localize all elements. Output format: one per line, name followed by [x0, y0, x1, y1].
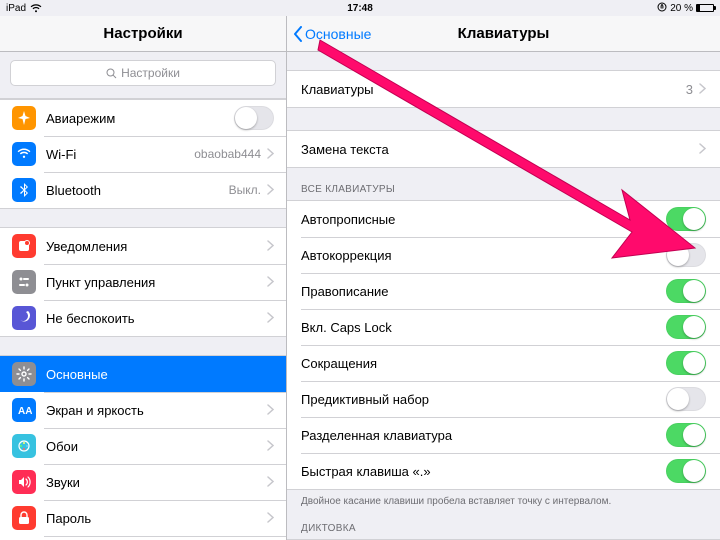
setting-row[interactable]: Замена текста	[287, 131, 720, 167]
battery-icon	[696, 4, 714, 12]
bluetooth-icon	[12, 178, 36, 202]
label: Автокоррекция	[301, 248, 666, 263]
setting-row[interactable]: Предиктивный набор	[287, 381, 720, 417]
sidebar-item-passcode[interactable]: Пароль	[0, 500, 286, 536]
toggle[interactable]	[666, 351, 706, 375]
sounds-icon	[12, 470, 36, 494]
chevron-right-icon	[699, 82, 706, 97]
detail-pane: Основные Клавиатуры Клавиатуры3Замена те…	[287, 16, 720, 540]
toggle[interactable]	[666, 243, 706, 267]
sidebar-item-sounds[interactable]: Звуки	[0, 464, 286, 500]
label: Пункт управления	[46, 275, 261, 290]
setting-row[interactable]: Разделенная клавиатура	[287, 417, 720, 453]
chevron-right-icon	[267, 475, 274, 490]
sidebar-item-general[interactable]: Основные	[0, 356, 286, 392]
chevron-right-icon	[267, 239, 274, 254]
detail-title: Клавиатуры	[458, 25, 550, 42]
chevron-right-icon	[267, 511, 274, 526]
wallpaper-icon	[12, 434, 36, 458]
section-footer: Двойное касание клавиши пробела вставляе…	[287, 490, 720, 507]
sidebar-item-airplane[interactable]: Авиарежим	[0, 100, 286, 136]
sidebar-navbar: Настройки	[0, 16, 286, 52]
chevron-right-icon	[267, 439, 274, 454]
section-header: ДИКТОВКА	[287, 507, 720, 539]
dnd-icon	[12, 306, 36, 330]
chevron-right-icon	[267, 275, 274, 290]
battery-percent: 20 %	[670, 3, 693, 14]
toggle[interactable]	[666, 387, 706, 411]
toggle-airplane[interactable]	[234, 106, 274, 130]
sidebar-item-control[interactable]: Пункт управления	[0, 264, 286, 300]
sidebar-item-display[interactable]: AA Экран и яркость	[0, 392, 286, 428]
back-button[interactable]: Основные	[293, 26, 371, 42]
value: obaobab444	[194, 147, 261, 161]
label: Предиктивный набор	[301, 392, 666, 407]
label: Замена текста	[301, 142, 699, 157]
toggle[interactable]	[666, 279, 706, 303]
setting-row[interactable]: Быстрая клавиша «.»	[287, 453, 720, 489]
setting-row[interactable]: Клавиатуры3	[287, 71, 720, 107]
search-icon	[106, 68, 117, 79]
airplane-icon	[12, 106, 36, 130]
label: Основные	[46, 367, 274, 382]
label: Автопрописные	[301, 212, 666, 227]
label: Разделенная клавиатура	[301, 428, 666, 443]
svg-text:AA: AA	[18, 406, 32, 417]
label: Обои	[46, 439, 261, 454]
clock: 17:48	[0, 3, 720, 14]
label: Быстрая клавиша «.»	[301, 464, 666, 479]
back-label: Основные	[305, 26, 371, 42]
label: Wi-Fi	[46, 147, 188, 162]
chevron-right-icon	[267, 311, 274, 326]
detail-navbar: Основные Клавиатуры	[287, 16, 720, 52]
label: Экран и яркость	[46, 403, 261, 418]
sidebar-title: Настройки	[103, 25, 182, 42]
orientation-lock-icon	[657, 2, 667, 15]
sidebar-item-battery[interactable]: Аккумулятор	[0, 536, 286, 540]
display-icon: AA	[12, 398, 36, 422]
chevron-right-icon	[267, 183, 274, 198]
section-header: ВСЕ КЛАВИАТУРЫ	[287, 168, 720, 200]
sidebar-item-bluetooth[interactable]: Bluetooth Выкл.	[0, 172, 286, 208]
sidebar-item-wallpaper[interactable]: Обои	[0, 428, 286, 464]
sidebar-item-wifi[interactable]: Wi-Fi obaobab444	[0, 136, 286, 172]
search-input[interactable]: Настройки	[10, 60, 276, 86]
settings-sidebar: Настройки Настройки Авиарежим Wi-Fi obaoba…	[0, 16, 287, 540]
setting-row[interactable]: Автокоррекция	[287, 237, 720, 273]
label: Звуки	[46, 475, 261, 490]
setting-row[interactable]: Правописание	[287, 273, 720, 309]
chevron-right-icon	[267, 403, 274, 418]
toggle[interactable]	[666, 423, 706, 447]
label: Уведомления	[46, 239, 261, 254]
control-icon	[12, 270, 36, 294]
chevron-left-icon	[293, 26, 303, 42]
setting-row[interactable]: Вкл. Caps Lock	[287, 309, 720, 345]
label: Bluetooth	[46, 183, 223, 198]
toggle[interactable]	[666, 207, 706, 231]
label: Вкл. Caps Lock	[301, 320, 666, 335]
value: 3	[686, 82, 693, 97]
toggle[interactable]	[666, 459, 706, 483]
chevron-right-icon	[267, 147, 274, 162]
setting-row[interactable]: Автопрописные	[287, 201, 720, 237]
search-placeholder: Настройки	[121, 66, 180, 80]
label: Авиарежим	[46, 111, 234, 126]
label: Клавиатуры	[301, 82, 686, 97]
label: Сокращения	[301, 356, 666, 371]
sidebar-item-notify[interactable]: Уведомления	[0, 228, 286, 264]
notify-icon	[12, 234, 36, 258]
sidebar-item-dnd[interactable]: Не беспокоить	[0, 300, 286, 336]
status-bar: iPad 17:48 20 %	[0, 0, 720, 16]
setting-row[interactable]: Сокращения	[287, 345, 720, 381]
label: Пароль	[46, 511, 261, 526]
toggle[interactable]	[666, 315, 706, 339]
passcode-icon	[12, 506, 36, 530]
wifi-icon	[12, 142, 36, 166]
label: Правописание	[301, 284, 666, 299]
label: Не беспокоить	[46, 311, 261, 326]
general-icon	[12, 362, 36, 386]
chevron-right-icon	[699, 142, 706, 157]
value: Выкл.	[229, 183, 261, 197]
